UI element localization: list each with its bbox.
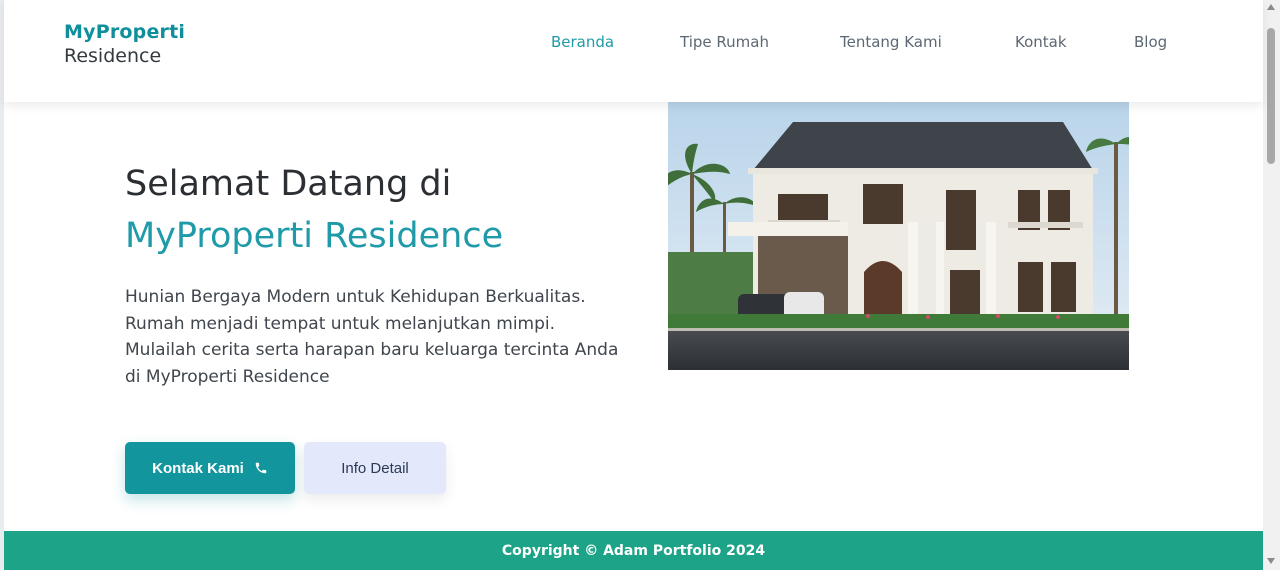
brand-name-line2: Residence (64, 45, 162, 67)
nav-item-blog[interactable]: Blog (1134, 32, 1167, 52)
nav-item-kontak[interactable]: Kontak (1015, 32, 1067, 52)
footer: Copyright © Adam Portfolio 2024 (4, 531, 1263, 570)
hero-description: Hunian Bergaya Modern untuk Kehidupan Be… (125, 287, 619, 387)
hero-title: Selamat Datang di MyProperti Residence (125, 158, 645, 262)
brand-logo[interactable]: MyProperti Residence (64, 20, 185, 68)
info-detail-button[interactable]: Info Detail (304, 442, 446, 494)
contact-us-label: Kontak Kami (152, 459, 244, 477)
vertical-scrollbar[interactable] (1263, 0, 1280, 570)
house-illustration (668, 102, 1129, 370)
scroll-thumb[interactable] (1267, 28, 1275, 164)
contact-us-button[interactable]: Kontak Kami (125, 442, 295, 494)
navbar: MyProperti Residence Beranda Tipe Rumah … (4, 0, 1263, 102)
nav-item-tipe-rumah[interactable]: Tipe Rumah (680, 32, 769, 52)
hero-title-line1: Selamat Datang di (125, 164, 452, 204)
brand-name-line1: MyProperti (64, 21, 186, 43)
page: MyProperti Residence Beranda Tipe Rumah … (0, 0, 1280, 570)
nav-item-tentang-kami[interactable]: Tentang Kami (840, 32, 942, 52)
phone-icon (255, 462, 267, 474)
copyright-text: Copyright © Adam Portfolio 2024 (501, 542, 766, 559)
nav-item-beranda[interactable]: Beranda (551, 32, 614, 52)
scroll-down-arrow-icon[interactable] (1267, 558, 1275, 564)
house-photo (668, 102, 1129, 370)
hero-title-line2: MyProperti Residence (125, 216, 504, 256)
scroll-up-arrow-icon[interactable] (1267, 4, 1275, 10)
